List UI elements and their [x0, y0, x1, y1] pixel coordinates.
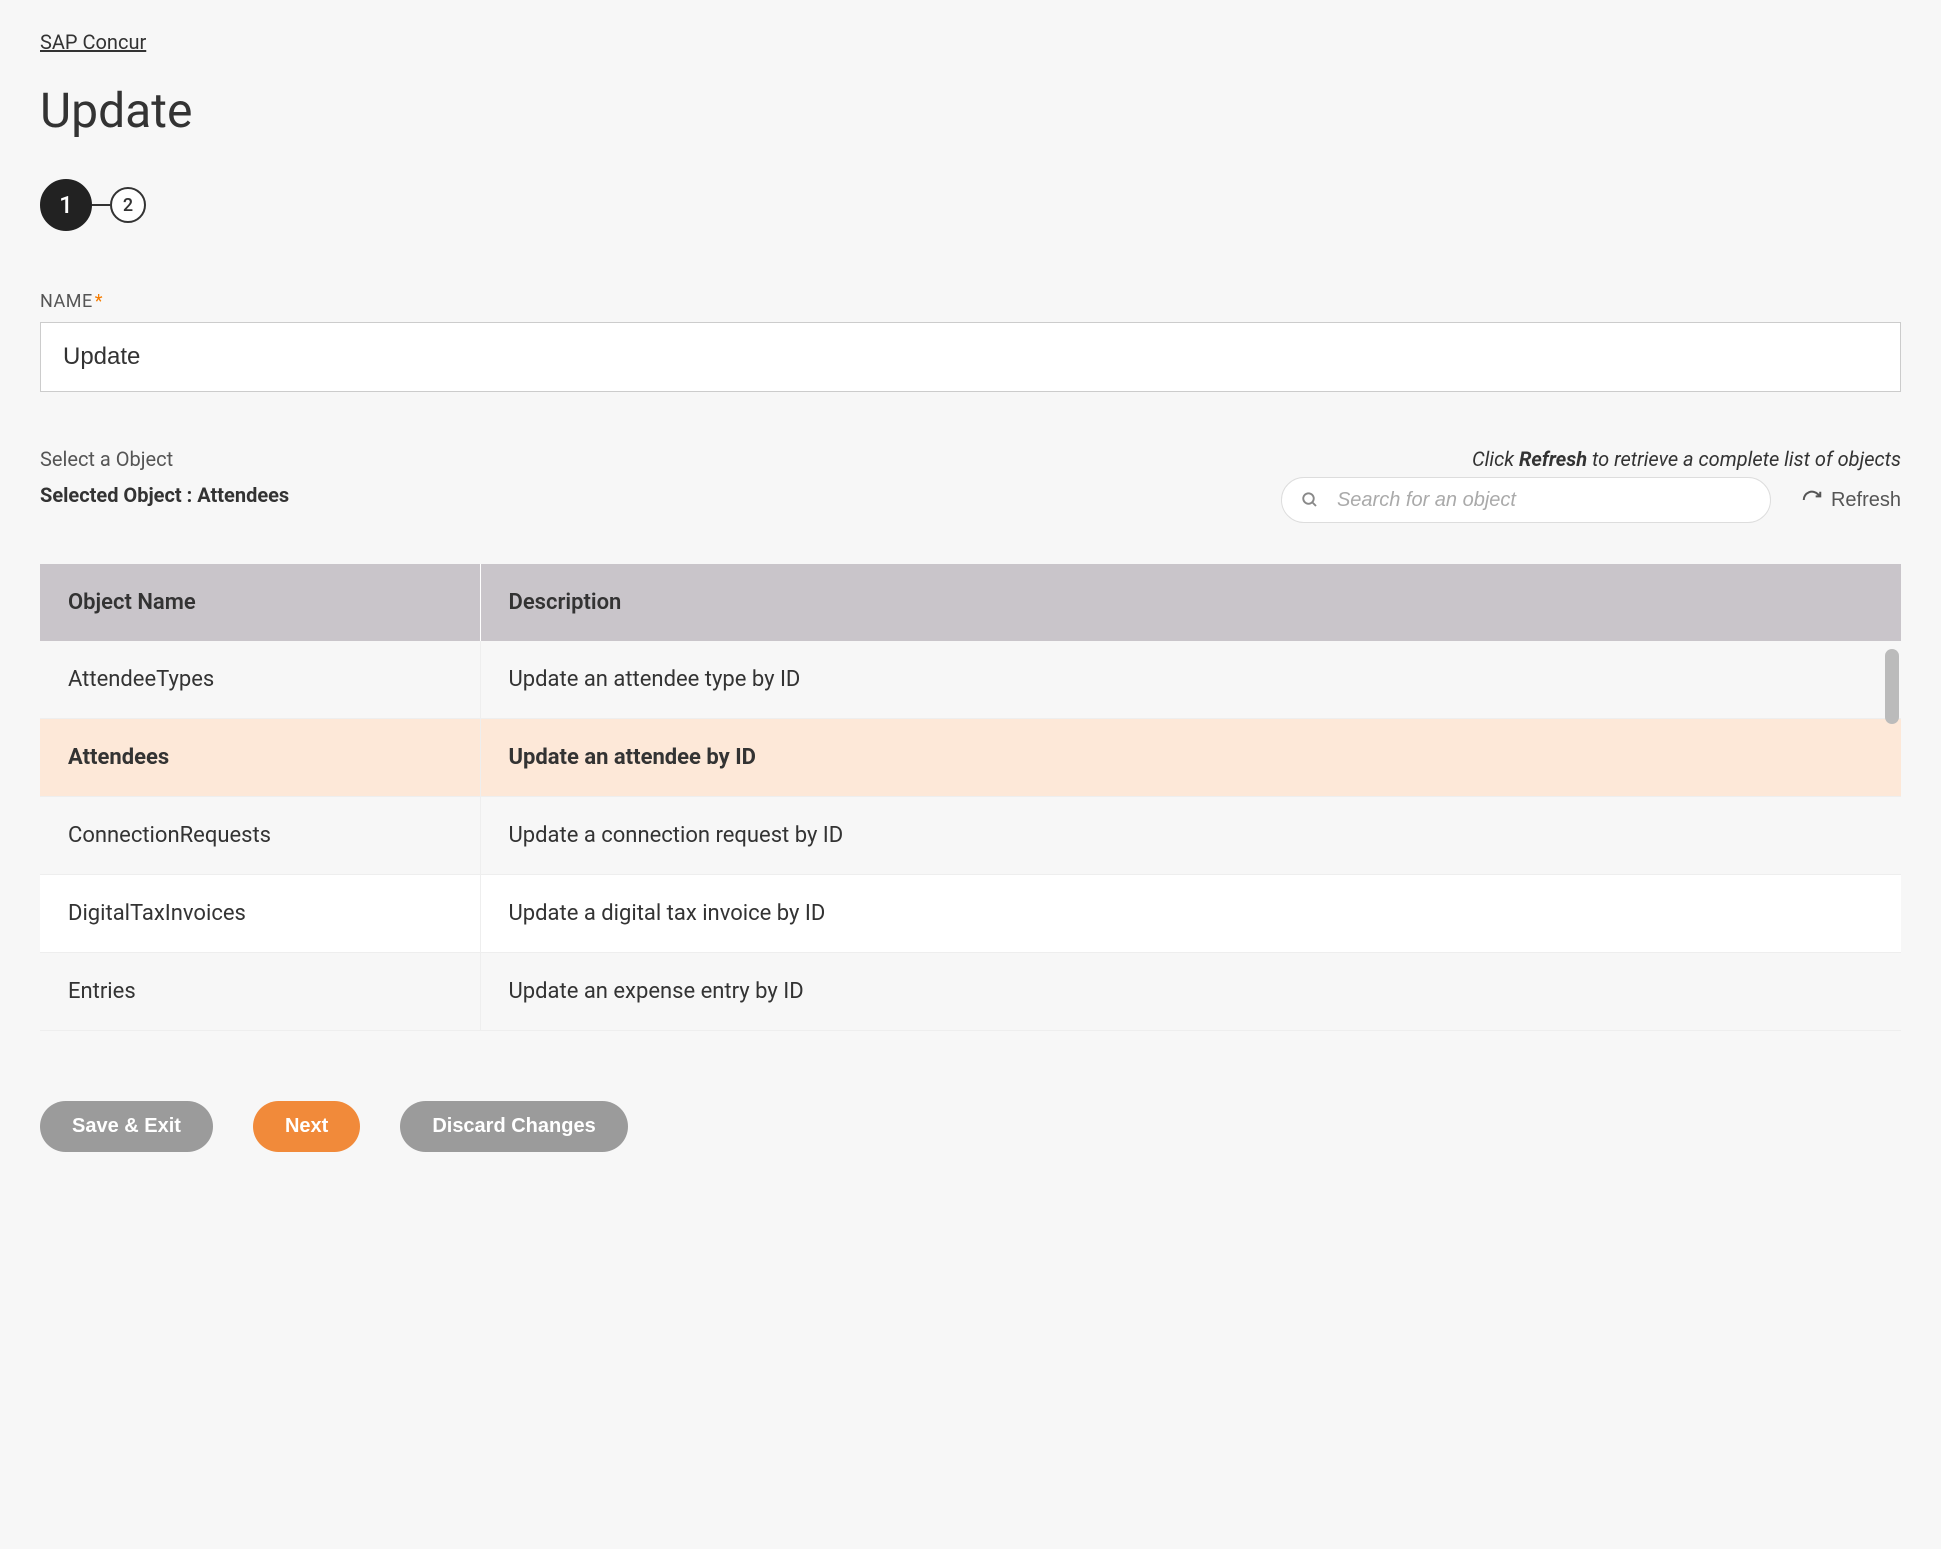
scrollbar-thumb[interactable] — [1885, 649, 1899, 724]
objects-table: Object Name Description AttendeeTypesUpd… — [40, 564, 1901, 1031]
page-title: Update — [40, 82, 1901, 139]
step-connector — [92, 204, 110, 206]
step-1[interactable]: 1 — [40, 179, 92, 231]
cell-description: Update an attendee by ID — [480, 719, 1901, 797]
step-2[interactable]: 2 — [110, 187, 146, 223]
table-row[interactable]: DigitalTaxInvoicesUpdate a digital tax i… — [40, 875, 1901, 953]
cell-description: Update an expense entry by ID — [480, 953, 1901, 1031]
footer-buttons: Save & Exit Next Discard Changes — [40, 1101, 1901, 1152]
col-header-name[interactable]: Object Name — [40, 564, 480, 641]
name-field-label: NAME* — [40, 291, 1901, 312]
col-header-description[interactable]: Description — [480, 564, 1901, 641]
search-input[interactable] — [1281, 477, 1771, 523]
breadcrumb-link[interactable]: SAP Concur — [40, 30, 146, 54]
stepper: 1 2 — [40, 179, 1901, 231]
cell-description: Update a digital tax invoice by ID — [480, 875, 1901, 953]
cell-object-name: Attendees — [40, 719, 480, 797]
refresh-icon — [1801, 489, 1823, 511]
search-box — [1281, 477, 1771, 523]
objects-table-wrapper: Object Name Description AttendeeTypesUpd… — [40, 564, 1901, 1031]
next-button[interactable]: Next — [253, 1101, 360, 1152]
table-row[interactable]: EntriesUpdate an expense entry by ID — [40, 953, 1901, 1031]
table-row[interactable]: ConnectionRequestsUpdate a connection re… — [40, 797, 1901, 875]
cell-object-name: DigitalTaxInvoices — [40, 875, 480, 953]
name-input[interactable] — [40, 322, 1901, 392]
refresh-button[interactable]: Refresh — [1801, 489, 1901, 512]
cell-description: Update a connection request by ID — [480, 797, 1901, 875]
table-row[interactable]: AttendeeTypesUpdate an attendee type by … — [40, 641, 1901, 719]
selected-object-text: Selected Object : Attendees — [40, 483, 289, 507]
refresh-hint: Click Refresh to retrieve a complete lis… — [1281, 447, 1901, 471]
cell-object-name: AttendeeTypes — [40, 641, 480, 719]
cell-description: Update an attendee type by ID — [480, 641, 1901, 719]
required-star-icon: * — [95, 291, 103, 312]
discard-button[interactable]: Discard Changes — [400, 1101, 627, 1152]
select-object-label: Select a Object — [40, 447, 289, 471]
cell-object-name: Entries — [40, 953, 480, 1031]
save-exit-button[interactable]: Save & Exit — [40, 1101, 213, 1152]
table-row[interactable]: AttendeesUpdate an attendee by ID — [40, 719, 1901, 797]
cell-object-name: ConnectionRequests — [40, 797, 480, 875]
search-icon — [1301, 491, 1319, 509]
